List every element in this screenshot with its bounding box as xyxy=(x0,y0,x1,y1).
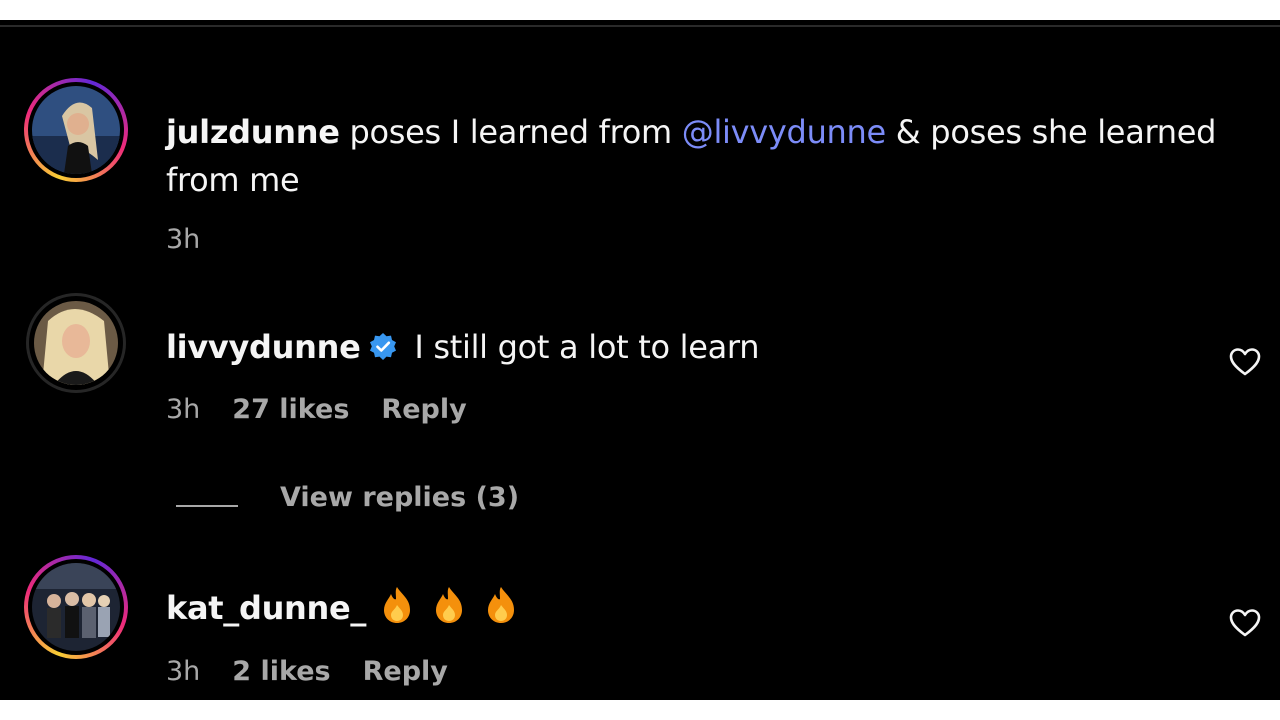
divider xyxy=(0,25,1280,27)
avatar[interactable] xyxy=(26,293,126,393)
comment-meta: 3h xyxy=(166,224,232,255)
likes-count[interactable]: 27 likes xyxy=(232,394,349,425)
timestamp: 3h xyxy=(166,656,201,687)
avatar-image xyxy=(32,86,120,174)
avatar-ring-gap xyxy=(28,559,124,655)
fire-emoji xyxy=(384,587,411,623)
timestamp: 3h xyxy=(166,394,201,425)
username[interactable]: kat_dunne_ xyxy=(166,589,366,627)
comment-body: I still got a lot to learn xyxy=(414,328,760,366)
heart-outline-icon[interactable] xyxy=(1228,345,1262,379)
comment-text: kat_dunne_ xyxy=(166,584,518,632)
avatar[interactable] xyxy=(24,555,128,659)
view-replies-label: View replies (3) xyxy=(280,482,520,513)
comment-text: julzdunne poses I learned from @livvydun… xyxy=(166,108,1216,156)
avatar-ring-gap xyxy=(29,296,123,390)
likes-count[interactable]: 2 likes xyxy=(232,656,330,687)
comment-text-line2: from me xyxy=(166,161,300,199)
avatar[interactable] xyxy=(24,78,128,182)
comments-panel: julzdunne poses I learned from @livvydun… xyxy=(0,20,1280,700)
mention-link[interactable]: @livvydunne xyxy=(682,113,886,151)
comment-body: poses I learned from xyxy=(349,113,682,151)
fire-emoji xyxy=(436,587,463,623)
replies-divider xyxy=(176,505,238,507)
timestamp: 3h xyxy=(166,224,201,255)
heart-outline-icon[interactable] xyxy=(1228,606,1262,640)
comment-meta: 3h 27 likes Reply xyxy=(166,394,499,425)
avatar-ring-gap xyxy=(28,82,124,178)
verified-badge-icon xyxy=(370,333,397,360)
comment-body-cont: & poses she learned xyxy=(885,113,1217,151)
comment-meta: 3h 2 likes Reply xyxy=(166,656,480,687)
fire-emoji xyxy=(488,587,515,623)
reply-button[interactable]: Reply xyxy=(363,656,448,687)
comment-text: livvydunne I still got a lot to learn xyxy=(166,323,759,371)
reply-button[interactable]: Reply xyxy=(381,394,466,425)
username[interactable]: livvydunne xyxy=(166,328,361,366)
username[interactable]: julzdunne xyxy=(166,113,340,151)
avatar-image xyxy=(32,563,120,651)
avatar-image xyxy=(34,301,118,385)
